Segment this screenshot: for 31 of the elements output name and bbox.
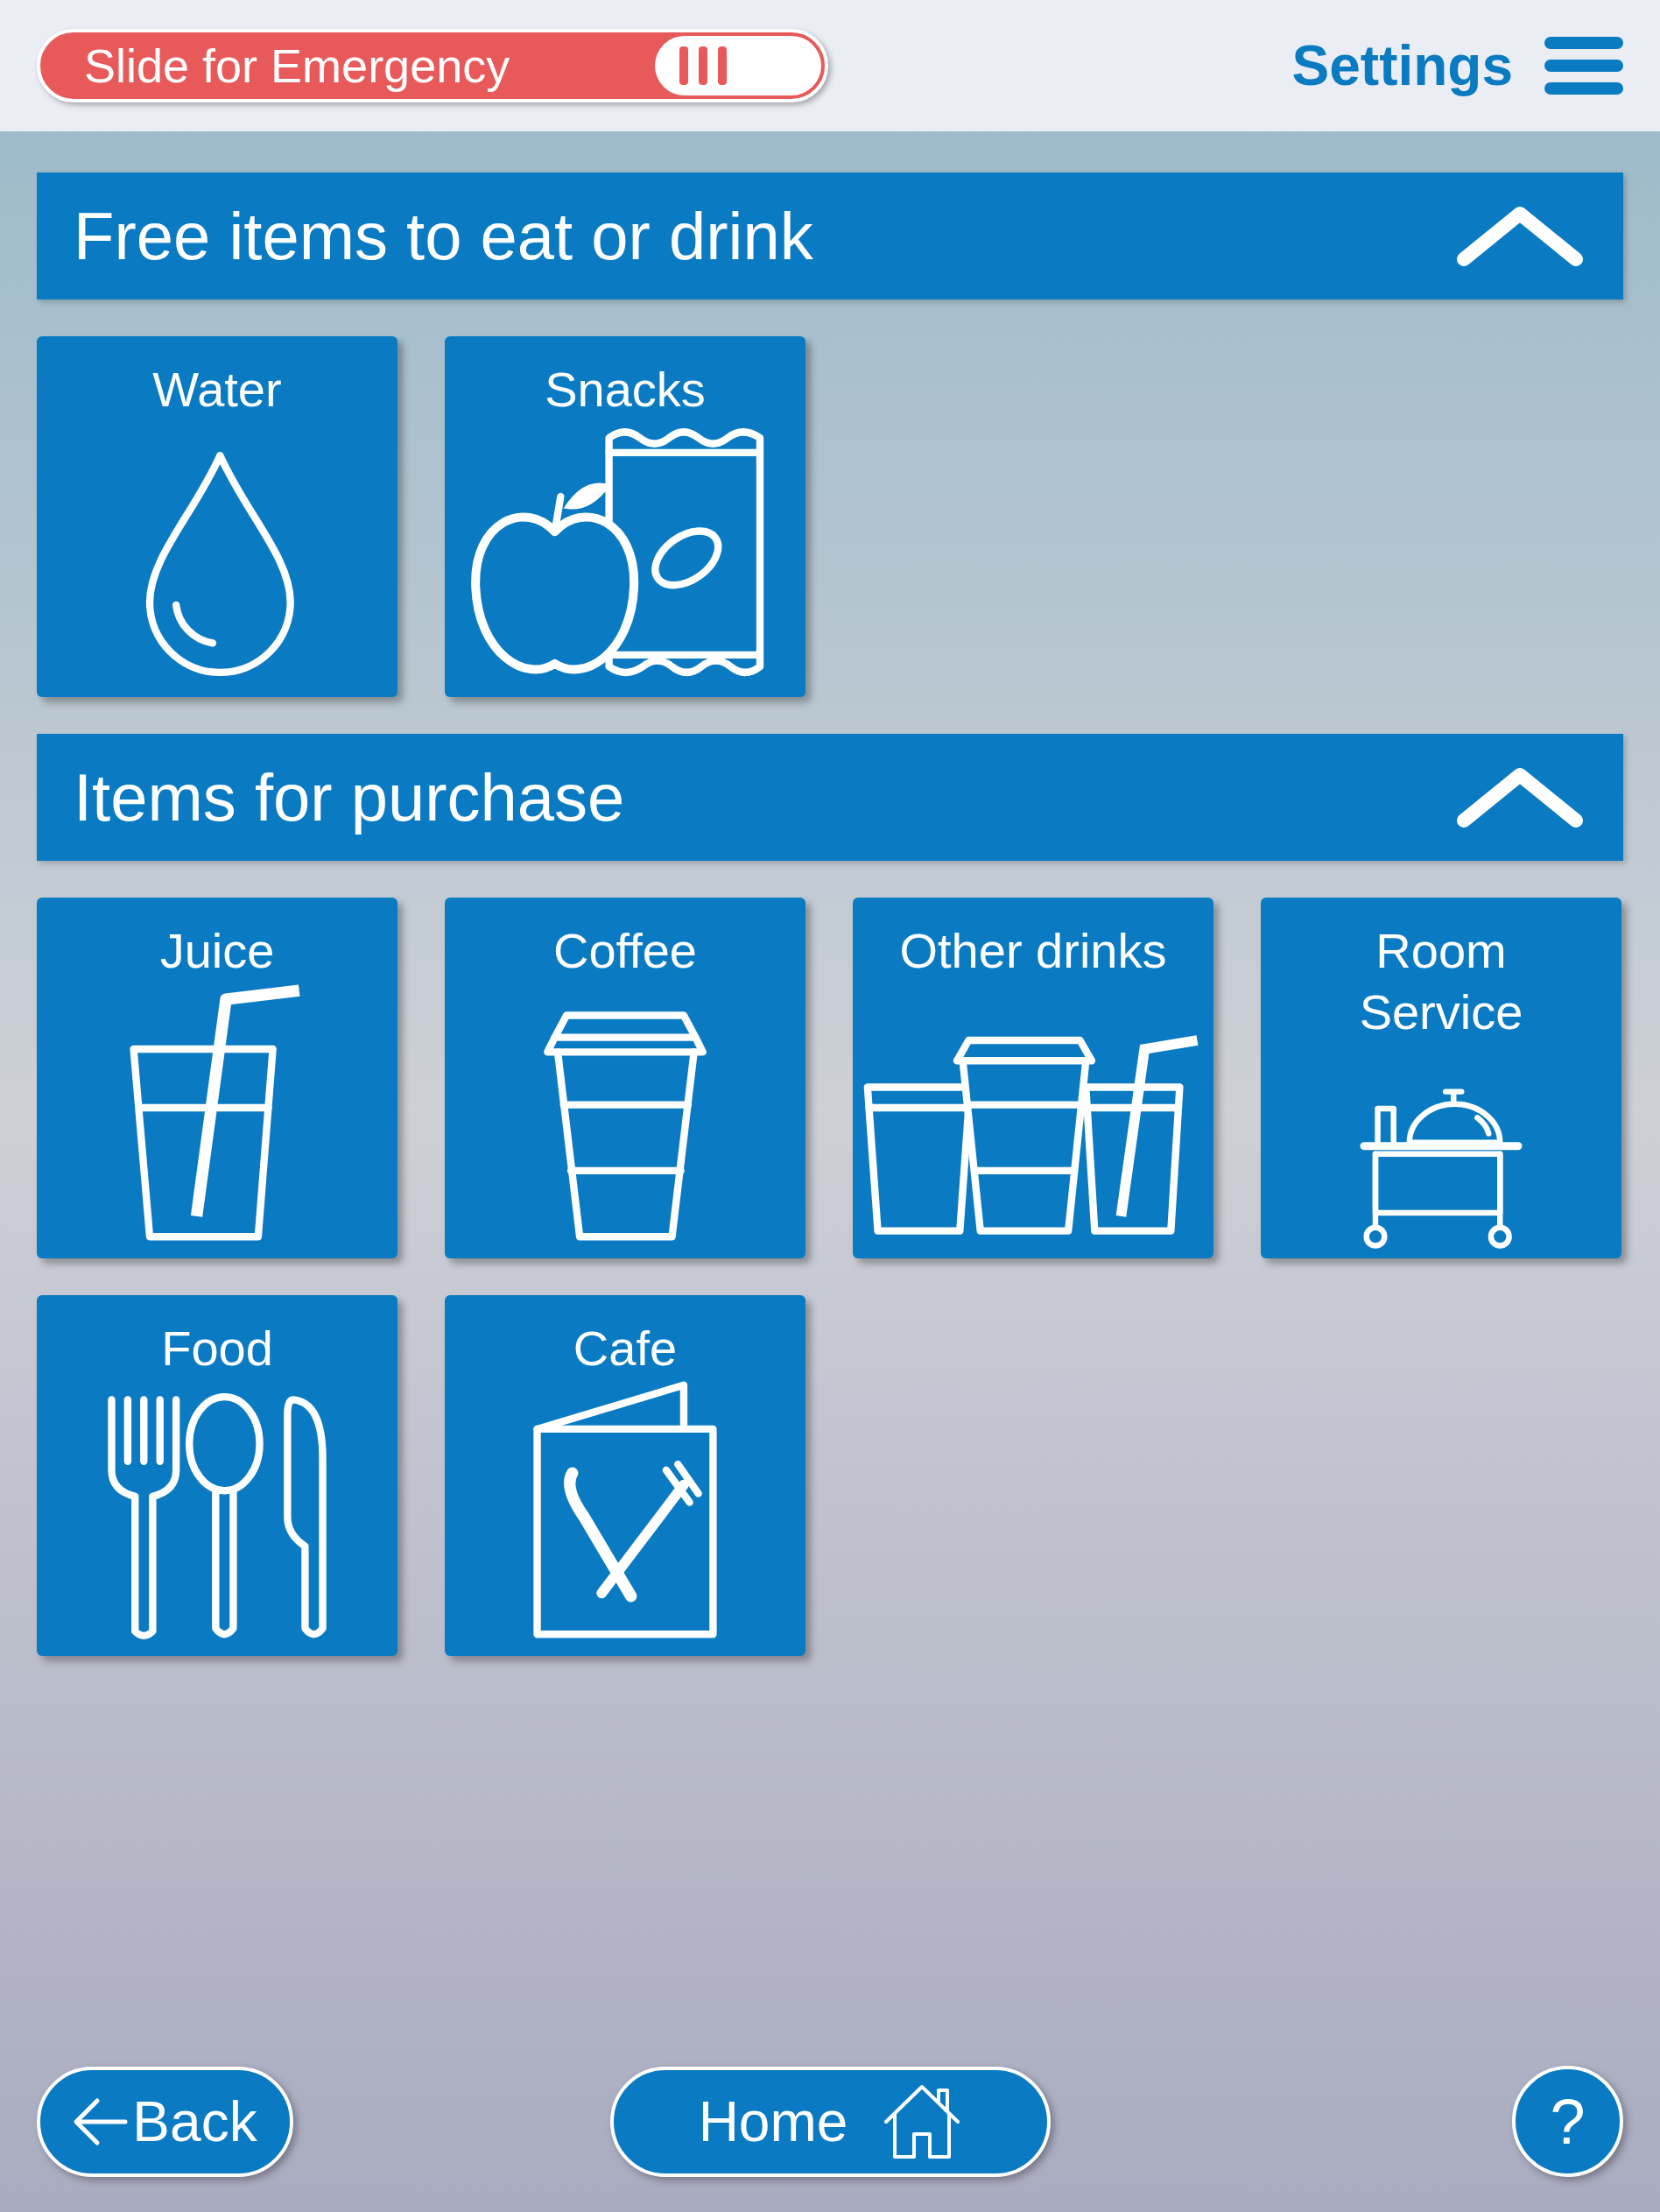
back-button[interactable]: Back: [37, 2066, 293, 2177]
category-tile[interactable]: Coffee: [445, 898, 805, 1258]
category-tile[interactable]: Room Service: [1261, 898, 1621, 1258]
menu-icon: [1544, 37, 1623, 95]
tile-label: Cafe: [572, 1320, 679, 1377]
category-tile[interactable]: Other drinks: [853, 898, 1213, 1258]
grip-icon: [679, 46, 728, 85]
settings-button[interactable]: Settings: [1291, 37, 1623, 95]
slider-knob[interactable]: [655, 36, 821, 95]
help-button[interactable]: ?: [1512, 2066, 1623, 2177]
left-arrow-icon: [73, 2096, 130, 2146]
chevron-up-icon: [1455, 204, 1585, 268]
category-tile[interactable]: Juice: [37, 898, 397, 1258]
section-header[interactable]: Free items to eat or drink: [37, 173, 1623, 299]
home-button[interactable]: Home: [609, 2066, 1051, 2177]
category-tile[interactable]: Food: [37, 1295, 397, 1656]
tile-label: Room Service: [1358, 922, 1524, 1041]
tile-label: Coffee: [552, 922, 698, 980]
emergency-slider[interactable]: Slide for Emergency: [37, 29, 828, 102]
chevron-up-icon: [1455, 765, 1585, 829]
category-tile[interactable]: Snacks: [445, 336, 805, 697]
tile-label: Snacks: [544, 361, 707, 419]
section-title: Free items to eat or drink: [74, 202, 813, 270]
category-tile[interactable]: Water: [37, 336, 397, 697]
tile-label: Water: [151, 361, 283, 419]
tile-label: Juice: [158, 922, 276, 980]
house-icon: [883, 2082, 962, 2160]
category-tile[interactable]: Cafe: [445, 1295, 805, 1656]
tile-label: Food: [160, 1320, 274, 1377]
tile-label: Other drinks: [898, 922, 1168, 980]
section-header[interactable]: Items for purchase: [37, 734, 1623, 861]
